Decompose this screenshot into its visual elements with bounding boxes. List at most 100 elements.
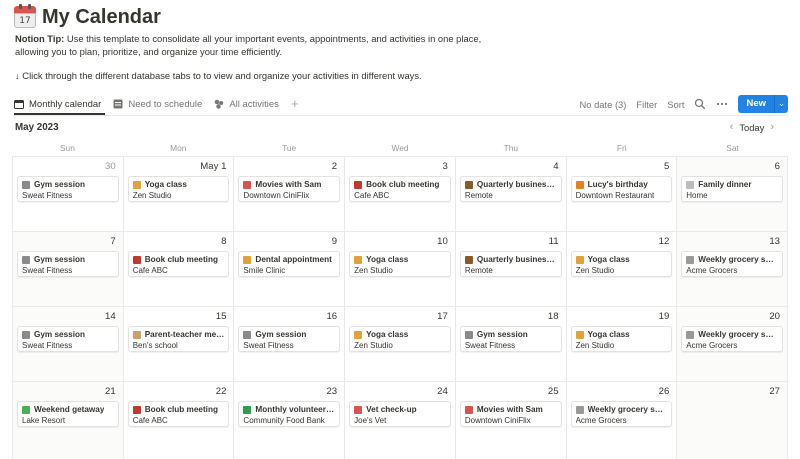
calendar-day-cell[interactable]: 6 Family dinner Home <box>677 157 788 232</box>
tooth-icon <box>243 255 252 264</box>
calendar-day-cell[interactable]: 11 Quarterly business re... Remote <box>455 232 567 307</box>
day-number: 12 <box>658 236 670 247</box>
yoga-icon <box>354 255 363 264</box>
event-card[interactable]: Family dinner Home <box>681 176 783 202</box>
event-card[interactable]: Gym session Sweat Fitness <box>459 326 562 352</box>
event-card[interactable]: Yoga class Zen Studio <box>570 251 673 277</box>
filter-button[interactable]: Filter <box>636 99 657 110</box>
calendar-day-cell[interactable]: 8 Book club meeting Cafe ABC <box>123 232 235 307</box>
calendar-day-cell[interactable]: 24 Vet check-up Joe's Vet <box>345 382 456 459</box>
calendar-day-cell[interactable]: 4 Quarterly business re... Remote <box>455 157 567 232</box>
event-card[interactable]: Weekend getaway Lake Resort <box>17 401 119 427</box>
event-title-row: Gym session <box>243 329 335 340</box>
calendar-day-cell[interactable]: 17 Yoga class Zen Studio <box>345 307 456 382</box>
calendar-day-cell[interactable]: 9 Dental appointment Smile Clinic <box>234 232 346 307</box>
calendar-day-cell[interactable]: 16 Gym session Sweat Fitness <box>234 307 346 382</box>
page-title[interactable]: My Calendar <box>42 6 161 29</box>
weekday-label: Sat <box>726 143 739 153</box>
tab-label: Monthly calendar <box>29 98 102 110</box>
tip-label: Notion Tip: <box>15 33 65 44</box>
calendar-day-cell[interactable]: 13 Weekly grocery shop... Acme Grocers <box>677 232 788 307</box>
day-number: 25 <box>547 386 559 397</box>
event-card[interactable]: Weekly grocery shop... Acme Grocers <box>681 251 783 277</box>
event-card[interactable]: Movies with Sam Downtown CiniFlix <box>459 401 562 427</box>
event-title-row: Monthly volunteer work <box>243 404 335 415</box>
event-title: Quarterly business re... <box>476 180 557 189</box>
chevron-left-icon[interactable]: ‹ <box>730 121 734 133</box>
briefcase-icon <box>464 255 473 264</box>
calendar-day-cell[interactable]: 19 Yoga class Zen Studio <box>566 307 678 382</box>
event-card[interactable]: Yoga class Zen Studio <box>127 176 230 202</box>
calendar-day-cell[interactable]: 22 Book club meeting Cafe ABC <box>123 382 235 459</box>
event-location: Cafe ABC <box>132 416 168 425</box>
calendar-day-cell[interactable]: 20 Weekly grocery shop... Acme Grocers <box>677 307 788 382</box>
calendar-day-cell[interactable]: 26 Weekly grocery shop... Acme Grocers <box>566 382 678 459</box>
event-card[interactable]: Gym session Sweat Fitness <box>238 326 341 352</box>
calendar-day-cell[interactable]: 23 Monthly volunteer work Community Food B… <box>234 382 346 459</box>
event-title-row: Weekly grocery shop... <box>686 329 778 340</box>
calendar-day-cell[interactable]: 10 Yoga class Zen Studio <box>345 232 456 307</box>
new-button[interactable]: New ⌄ <box>738 95 788 113</box>
sort-button[interactable]: Sort <box>667 99 684 110</box>
event-card[interactable]: Book club meeting Cafe ABC <box>127 251 230 277</box>
calendar-day-cell[interactable]: 3 Book club meeting Cafe ABC <box>345 157 456 232</box>
today-button[interactable]: Today <box>739 122 764 133</box>
event-title: Movies with Sam <box>476 405 543 414</box>
event-card[interactable]: Weekly grocery shop... Acme Grocers <box>570 401 673 427</box>
dumbbell-icon <box>243 330 252 339</box>
event-card[interactable]: Gym session Sweat Fitness <box>17 251 119 277</box>
calendar-day-cell[interactable]: 14 Gym session Sweat Fitness <box>13 307 124 382</box>
event-card[interactable]: Quarterly business re... Remote <box>459 251 562 277</box>
event-card[interactable]: Yoga class Zen Studio <box>570 326 673 352</box>
tab-all-activities[interactable]: All activities <box>214 95 279 113</box>
calendar-day-cell[interactable]: 21 Weekend getaway Lake Resort <box>13 382 124 459</box>
calendar-day-cell[interactable]: May 1 Yoga class Zen Studio <box>123 157 235 232</box>
day-number: 10 <box>437 236 448 247</box>
day-number: 16 <box>326 311 338 322</box>
no-date-button[interactable]: No date (3) <box>580 99 627 110</box>
event-card[interactable]: Weekly grocery shop... Acme Grocers <box>681 326 783 352</box>
calendar-day-cell[interactable]: 27 <box>677 382 788 459</box>
calendar-day-cell[interactable]: 2 Movies with Sam Downtown CiniFlix <box>234 157 346 232</box>
event-card[interactable]: Gym session Sweat Fitness <box>17 326 119 352</box>
calendar-day-cell[interactable]: 7 Gym session Sweat Fitness <box>13 232 124 307</box>
event-title-row: Yoga class <box>354 254 446 265</box>
page-header: 17 My Calendar <box>14 4 161 30</box>
event-card[interactable]: Book club meeting Cafe ABC <box>349 176 451 202</box>
event-title-row: Yoga class <box>575 329 668 340</box>
event-card[interactable]: Parent-teacher meeti... Ben's school <box>127 326 230 352</box>
tab-need-to-schedule[interactable]: Need to schedule <box>113 95 202 113</box>
event-card[interactable]: Gym session Sweat Fitness <box>17 176 119 202</box>
event-card[interactable]: Dental appointment Smile Clinic <box>238 251 341 277</box>
event-card[interactable]: Movies with Sam Downtown CiniFlix <box>238 176 341 202</box>
event-title: Book club meeting <box>366 180 440 189</box>
event-card[interactable]: Lucy's birthday Downtown Restaurant <box>570 176 673 202</box>
event-card[interactable]: Monthly volunteer work Community Food Ban… <box>238 401 341 427</box>
calendar-day-cell[interactable]: 15 Parent-teacher meeti... Ben's school <box>123 307 235 382</box>
event-title: Gym session <box>34 255 85 264</box>
calendar-day-cell[interactable]: 30 Gym session Sweat Fitness <box>13 157 124 232</box>
calendar-day-cell[interactable]: 25 Movies with Sam Downtown CiniFlix <box>455 382 567 459</box>
yoga-icon <box>575 330 584 339</box>
add-view-button[interactable]: + <box>291 97 299 110</box>
event-card[interactable]: Book club meeting Cafe ABC <box>127 401 230 427</box>
tab-monthly-calendar[interactable]: Monthly calendar <box>14 95 101 113</box>
more-icon[interactable] <box>716 98 728 110</box>
event-card[interactable]: Vet check-up Joe's Vet <box>349 401 451 427</box>
weekday-label: Fri <box>616 143 627 153</box>
event-card[interactable]: Yoga class Zen Studio <box>349 326 451 352</box>
search-icon[interactable] <box>694 98 706 110</box>
calendar-day-cell[interactable]: 5 Lucy's birthday Downtown Restaurant <box>566 157 678 232</box>
event-card[interactable]: Quarterly business re... Remote <box>459 176 562 202</box>
dumbbell-icon <box>22 255 30 264</box>
event-title: Weekly grocery shop... <box>587 405 668 414</box>
chevron-down-icon[interactable]: ⌄ <box>774 95 788 113</box>
weekday-label: Tue <box>282 143 297 153</box>
calendar-day-cell[interactable]: 18 Gym session Sweat Fitness <box>455 307 567 382</box>
calendar-day-cell[interactable]: 12 Yoga class Zen Studio <box>566 232 678 307</box>
event-card[interactable]: Yoga class Zen Studio <box>349 251 451 277</box>
chevron-right-icon[interactable]: › <box>770 121 774 133</box>
tip-text: Use this template to consolidate all you… <box>15 33 482 57</box>
new-button-label[interactable]: New <box>738 95 774 113</box>
yoga-icon <box>575 255 584 264</box>
